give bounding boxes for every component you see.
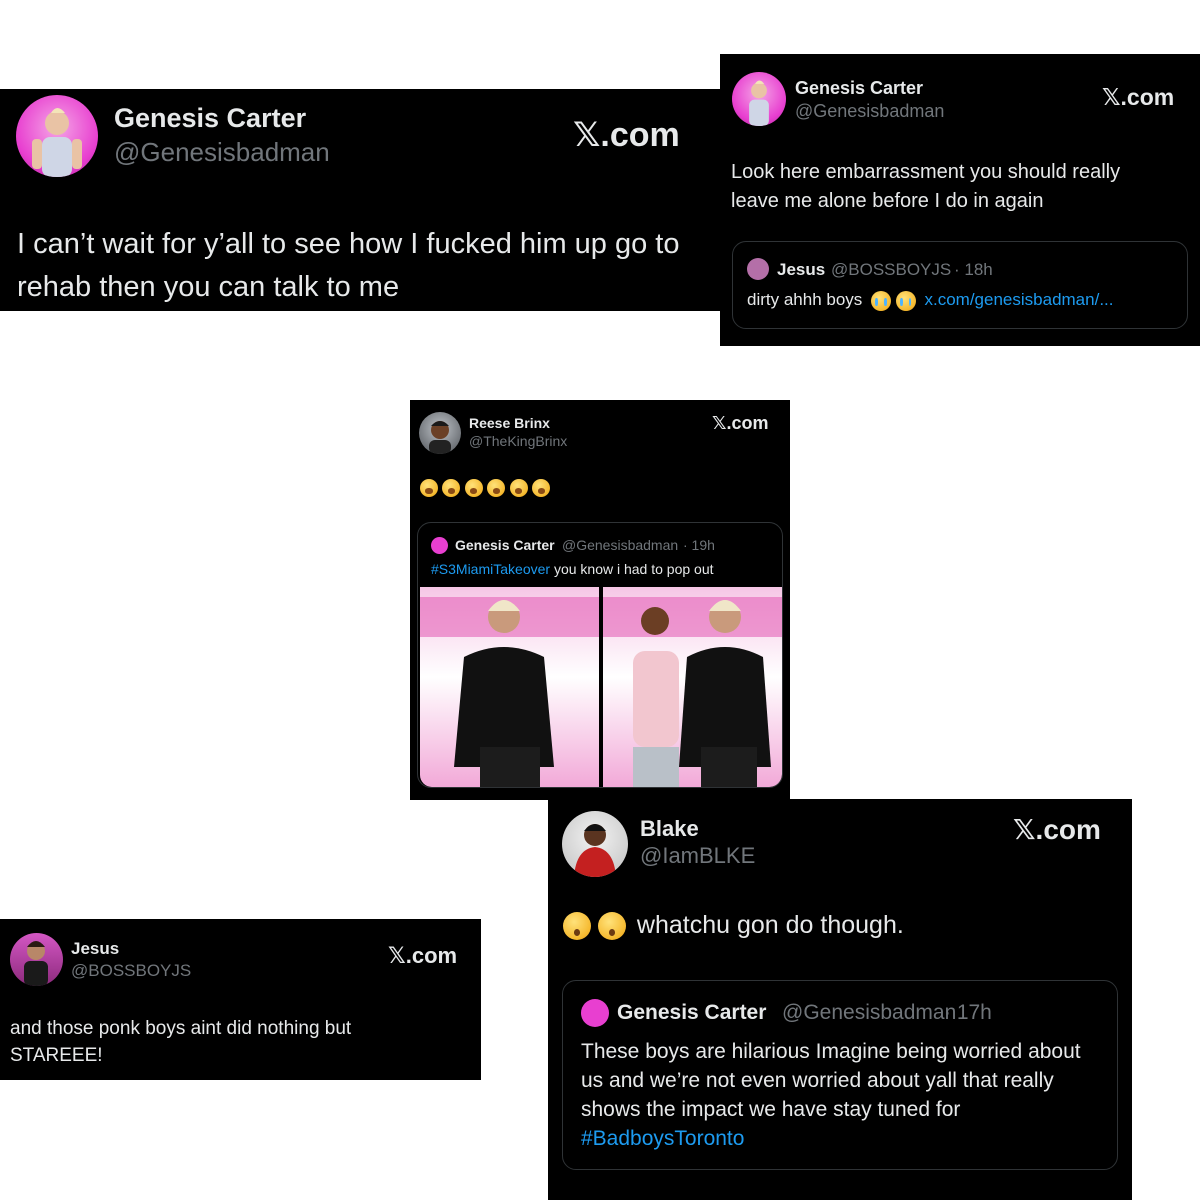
tweet-text: I can’t wait for y’all to see how I fuck… — [17, 228, 680, 303]
avatar[interactable] — [10, 933, 63, 986]
yawning-face-icon — [487, 479, 506, 497]
tweet-text: and those ponk boys aint did nothing but… — [10, 1018, 352, 1066]
tweet-link[interactable]: x.com/genesisbadman/... — [925, 290, 1114, 309]
quoted-handle[interactable]: @BOSSBOYJS — [831, 260, 951, 280]
avatar[interactable] — [419, 412, 461, 454]
tweet-card-blake: Blake @IamBLKE 𝕏.com whatchu gon do thou… — [548, 799, 1132, 1200]
hashtag-link[interactable]: #BadboysToronto — [581, 1127, 744, 1150]
media-image-left[interactable] — [420, 587, 599, 787]
quoted-display-name[interactable]: Genesis Carter — [455, 537, 555, 553]
astonished-face-icon — [597, 912, 626, 941]
quoted-text-row: #S3MiamiTakeover you know i had to pop o… — [431, 561, 714, 577]
quoted-text: you know i had to pop out — [553, 561, 714, 577]
quoted-display-name[interactable]: Jesus — [777, 260, 825, 280]
quoted-time: · 19h — [683, 537, 715, 553]
x-com-logo: 𝕏.com — [388, 943, 458, 968]
avatar-figure-icon — [749, 80, 769, 126]
avatar — [747, 258, 769, 280]
handle[interactable]: @BOSSBOYJS — [71, 961, 191, 981]
quoted-tweet[interactable]: Genesis Carter @Genesisbadman · 17h Thes… — [562, 980, 1118, 1170]
x-com-logo: 𝕏.com — [573, 116, 680, 154]
handle[interactable]: @TheKingBrinx — [469, 433, 567, 449]
handle[interactable]: @Genesisbadman — [795, 101, 944, 122]
x-com-logo: 𝕏.com — [712, 413, 769, 433]
tweet-text-row: whatchu gon do though. — [563, 911, 904, 941]
tweet-card-genesis-1: Genesis Carter @Genesisbadman 𝕏.com I ca… — [0, 89, 722, 311]
quoted-tweet[interactable]: Jesus @BOSSBOYJS · 18h dirty ahhh boys x… — [732, 241, 1188, 329]
tweet-card-jesus: Jesus @BOSSBOYJS 𝕏.com and those ponk bo… — [0, 919, 481, 1080]
display-name[interactable]: Jesus — [71, 939, 119, 959]
tweet-card-genesis-2: Genesis Carter @Genesisbadman 𝕏.com Look… — [720, 54, 1200, 346]
avatar-figure-icon — [429, 421, 451, 454]
tweet-card-reese: Reese Brinx @TheKingBrinx 𝕏.com Genesis … — [410, 400, 790, 800]
astonished-face-icon — [563, 912, 591, 941]
tweet-text: whatchu gon do though. — [636, 911, 904, 939]
x-com-logo: 𝕏.com — [1013, 814, 1101, 845]
quoted-text-block: These boys are hilarious Imagine being w… — [581, 1037, 1106, 1153]
tweet-text: Look here embarrassment you should reall… — [731, 161, 1121, 212]
yawning-face-icon — [532, 479, 551, 497]
quoted-time: · 17h — [944, 1001, 992, 1024]
display-name[interactable]: Genesis Carter — [114, 103, 306, 134]
handle[interactable]: @IamBLKE — [640, 843, 755, 869]
avatar[interactable] — [562, 811, 628, 877]
display-name[interactable]: Genesis Carter — [795, 78, 923, 99]
yawning-face-icon — [420, 479, 438, 497]
x-com-logo: 𝕏.com — [1102, 84, 1175, 110]
quoted-display-name[interactable]: Genesis Carter — [617, 1001, 766, 1025]
avatar — [431, 537, 448, 554]
quoted-tweet[interactable]: Genesis Carter @Genesisbadman · 19h #S3M… — [417, 522, 783, 788]
yawning-face-icon — [464, 479, 483, 497]
figure-illustration-icon — [603, 597, 782, 787]
emoji-row — [420, 479, 551, 497]
avatar-figure-icon — [24, 941, 48, 986]
quoted-text: dirty ahhh boys — [747, 290, 863, 309]
yawning-face-icon — [442, 479, 461, 497]
quoted-handle[interactable]: @Genesisbadman — [782, 1001, 956, 1025]
yawning-face-icon — [509, 479, 528, 497]
quoted-handle[interactable]: @Genesisbadman — [562, 537, 678, 553]
hashtag-link[interactable]: #S3MiamiTakeover — [431, 561, 550, 577]
display-name[interactable]: Reese Brinx — [469, 415, 550, 431]
avatar — [581, 999, 609, 1027]
display-name[interactable]: Blake — [640, 816, 699, 842]
loudly-crying-face-icon — [895, 290, 916, 311]
quoted-time: · 18h — [954, 260, 993, 279]
avatar[interactable] — [732, 72, 786, 126]
quoted-text-row: dirty ahhh boys x.com/genesisbadman/... — [747, 290, 1113, 311]
media-image-right[interactable] — [603, 587, 782, 787]
avatar-figure-icon — [32, 108, 82, 177]
quoted-text: These boys are hilarious Imagine being w… — [581, 1040, 1081, 1121]
loudly-crying-face-icon — [871, 290, 892, 311]
avatar-figure-icon — [574, 824, 616, 877]
handle[interactable]: @Genesisbadman — [114, 137, 330, 168]
figure-illustration-icon — [420, 597, 599, 787]
avatar[interactable] — [16, 95, 98, 177]
